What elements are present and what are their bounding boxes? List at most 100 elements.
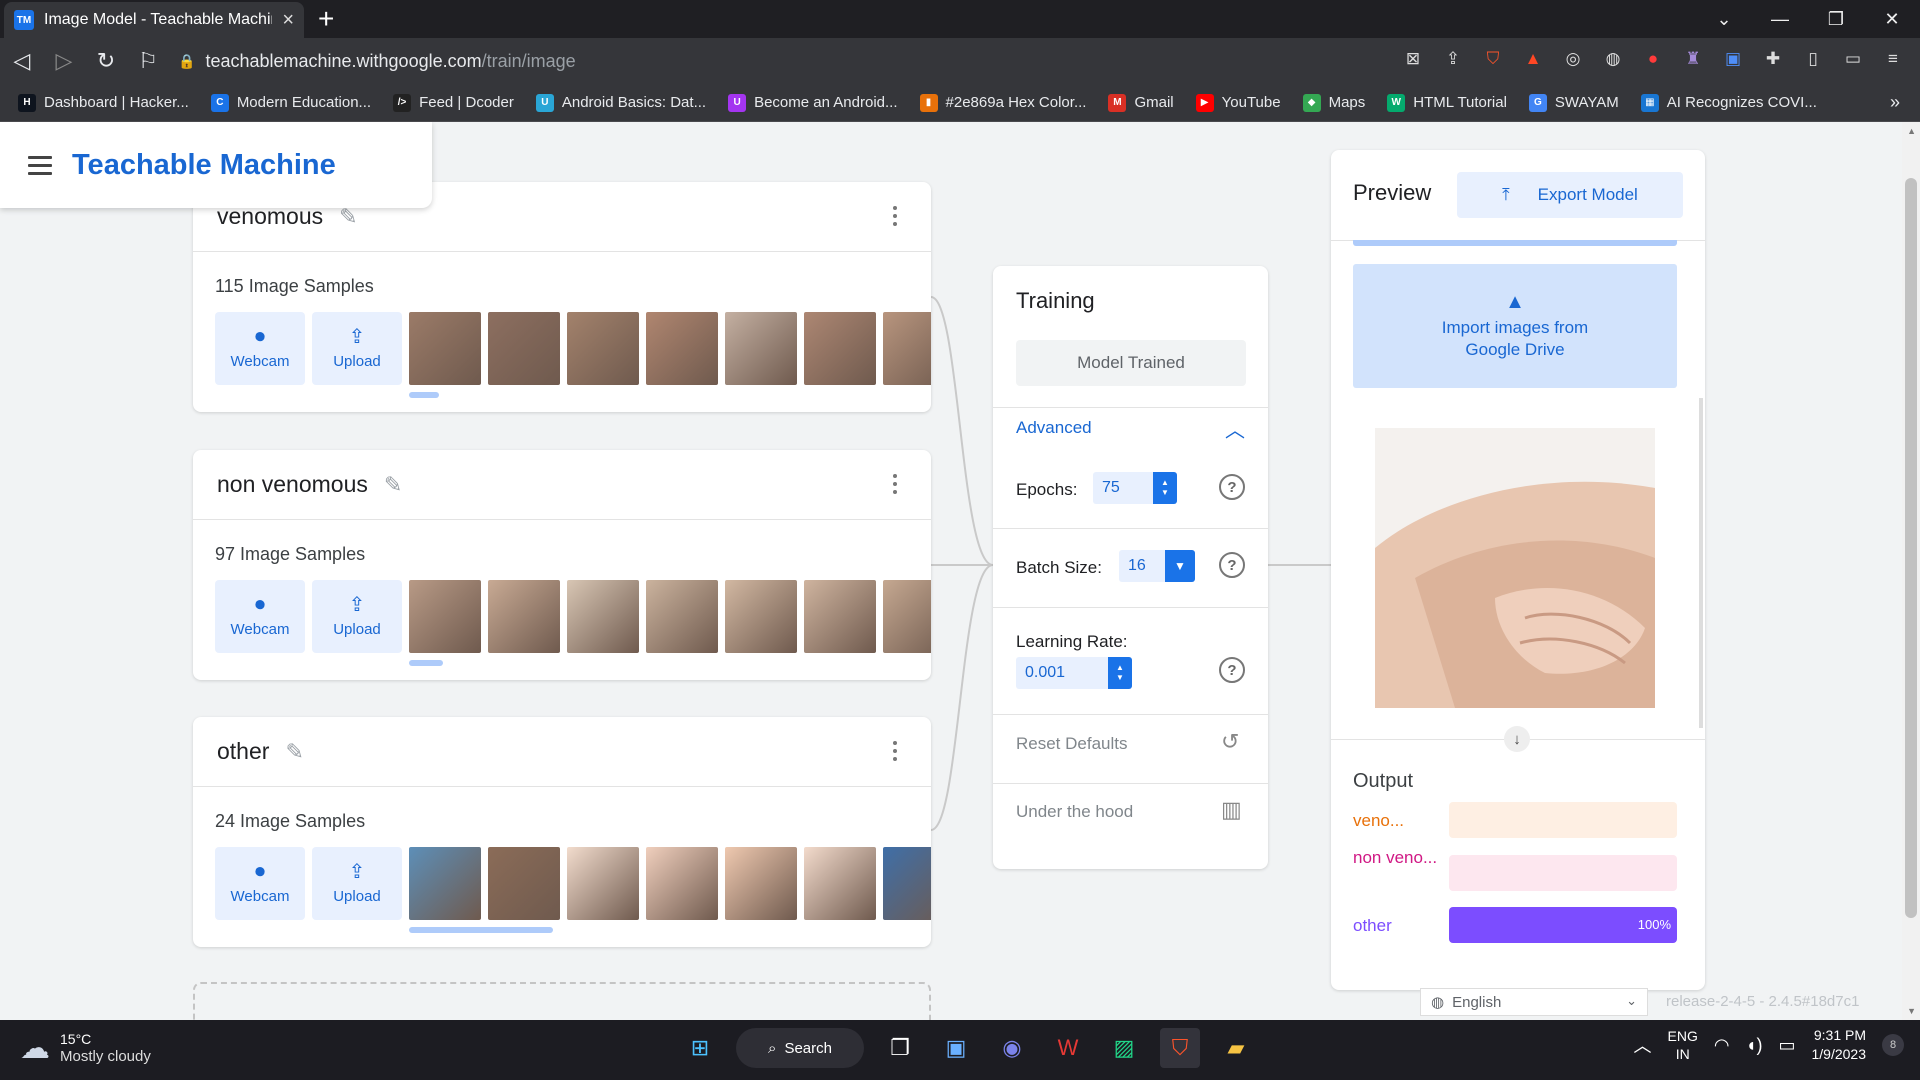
reset-defaults-button[interactable]: Reset Defaults	[1016, 734, 1128, 754]
sample-thumbnail[interactable]	[883, 847, 931, 920]
sample-thumbnail[interactable]	[409, 580, 481, 653]
class-name[interactable]: non venomous	[217, 471, 368, 498]
more-options-icon[interactable]	[893, 206, 897, 226]
upload-button[interactable]: ⇪ Upload	[312, 847, 402, 920]
sample-thumbnail[interactable]	[804, 580, 876, 653]
close-window-icon[interactable]: ✕	[1864, 0, 1920, 38]
sample-thumbnail[interactable]	[804, 847, 876, 920]
bookmark-item[interactable]: ▮ #2e869a Hex Color...	[919, 93, 1086, 112]
sample-thumbnail[interactable]	[646, 847, 718, 920]
sample-thumbnail[interactable]	[488, 580, 560, 653]
bookmark-item[interactable]: W HTML Tutorial	[1387, 93, 1507, 112]
share-icon[interactable]: ⇪	[1438, 44, 1468, 74]
edit-pencil-icon[interactable]: ✎	[384, 472, 402, 498]
sample-thumbnail[interactable]	[725, 580, 797, 653]
class-name[interactable]: other	[217, 738, 269, 765]
more-options-icon[interactable]	[893, 474, 897, 494]
thumbnail-scrollbar[interactable]	[409, 392, 439, 398]
thumbnail-scrollbar[interactable]	[409, 927, 553, 933]
sample-thumbnail[interactable]	[567, 847, 639, 920]
teams-icon[interactable]: ◉	[992, 1028, 1032, 1068]
notification-badge[interactable]: 8	[1882, 1034, 1904, 1056]
bar-chart-icon[interactable]: ▥	[1221, 797, 1242, 823]
webcam-button[interactable]: ⏺ Webcam	[215, 312, 305, 385]
scroll-down-icon[interactable]: ▼	[1907, 1006, 1916, 1016]
chevron-up-icon[interactable]: ︿	[1634, 1032, 1652, 1058]
webcam-button[interactable]: ⏺ Webcam	[215, 580, 305, 653]
history-icon[interactable]: ↺	[1221, 729, 1239, 755]
more-bookmarks-icon[interactable]: »	[1890, 92, 1900, 113]
under-the-hood-button[interactable]: Under the hood	[1016, 802, 1133, 822]
brave-shield-icon[interactable]: ⛉	[1478, 44, 1508, 74]
language-select[interactable]: ◍ English ⌄	[1420, 988, 1648, 1016]
preview-scrollbar[interactable]	[1699, 398, 1703, 728]
export-model-button[interactable]: ⤒ Export Model	[1457, 172, 1683, 218]
bookmark-item[interactable]: /> Feed | Dcoder	[393, 93, 514, 112]
file-explorer-icon[interactable]: ▰	[1216, 1028, 1256, 1068]
bookmark-item[interactable]: ◆ Maps	[1302, 93, 1365, 112]
extension-purple-icon[interactable]: ♜	[1678, 44, 1708, 74]
clock[interactable]: 9:31 PM 1/9/2023	[1812, 1026, 1867, 1064]
sample-thumbnail[interactable]	[883, 580, 931, 653]
edit-pencil-icon[interactable]: ✎	[285, 739, 303, 765]
menu-icon[interactable]: ≡	[1878, 44, 1908, 74]
brave-browser-icon[interactable]: ⛉	[1160, 1028, 1200, 1068]
train-model-button[interactable]: Model Trained	[1016, 340, 1246, 386]
page-scrollbar[interactable]: ▲ ▼	[1902, 122, 1920, 1020]
sample-thumbnail[interactable]	[725, 312, 797, 385]
webcam-button[interactable]: ⏺ Webcam	[215, 847, 305, 920]
epochs-stepper[interactable]: ▲ ▼	[1153, 472, 1177, 504]
sample-thumbnail[interactable]	[646, 580, 718, 653]
upload-button[interactable]: ⇪ Upload	[312, 312, 402, 385]
bookmark-item[interactable]: ▶ YouTube	[1195, 93, 1281, 112]
arrow-down-icon[interactable]: ↓	[1504, 726, 1530, 752]
camera-blocked-icon[interactable]: ⊠	[1398, 44, 1428, 74]
batch-size-help-icon[interactable]: ?	[1219, 552, 1245, 578]
browser-tab[interactable]: TM Image Model - Teachable Machine ×	[4, 2, 304, 38]
sample-thumbnail[interactable]	[567, 580, 639, 653]
sample-thumbnail[interactable]	[567, 312, 639, 385]
bookmark-item[interactable]: C Modern Education...	[210, 93, 371, 112]
wallet-icon[interactable]: ▭	[1838, 44, 1868, 74]
advanced-toggle[interactable]: Advanced	[1016, 418, 1092, 438]
volume-icon[interactable]: ◖)	[1746, 1035, 1763, 1056]
sample-thumbnail[interactable]	[488, 312, 560, 385]
thumbnail-scrollbar[interactable]	[409, 660, 443, 666]
minimize-icon[interactable]: —	[1752, 0, 1808, 38]
hamburger-menu-icon[interactable]	[28, 155, 52, 175]
bookmark-item[interactable]: U Android Basics: Dat...	[535, 93, 706, 112]
sample-thumbnail[interactable]	[646, 312, 718, 385]
reload-icon[interactable]: ↻	[86, 41, 126, 81]
url-field[interactable]: 🔒 teachablemachine.withgoogle.com/train/…	[178, 44, 1378, 78]
forward-icon[interactable]: ▷	[44, 41, 84, 81]
epochs-input[interactable]: 75 ▲ ▼	[1093, 472, 1177, 504]
translate-icon[interactable]: ▣	[1718, 44, 1748, 74]
wifi-icon[interactable]: ◠	[1714, 1035, 1730, 1056]
scroll-up-icon[interactable]: ▲	[1907, 126, 1916, 136]
learning-rate-input[interactable]: 0.001 ▲ ▼	[1016, 657, 1132, 689]
restore-icon[interactable]: ❐	[1808, 0, 1864, 38]
brave-rewards-icon[interactable]: ▲	[1518, 44, 1548, 74]
puzzle-icon[interactable]: ✚	[1758, 44, 1788, 74]
sample-thumbnail[interactable]	[488, 847, 560, 920]
bookmark-item[interactable]: G SWAYAM	[1528, 93, 1619, 112]
import-from-drive-button[interactable]: ▲ Import images from Google Drive	[1353, 264, 1677, 388]
bookmark-item[interactable]: ▦ AI Recognizes COVI...	[1640, 93, 1817, 112]
chevron-down-icon[interactable]: ▼	[1165, 550, 1195, 582]
sample-thumbnail[interactable]	[804, 312, 876, 385]
extension-owl-icon[interactable]: ◎	[1558, 44, 1588, 74]
epochs-help-icon[interactable]: ?	[1219, 474, 1245, 500]
taskbar-search[interactable]: ⌕ Search	[736, 1028, 864, 1068]
bookmark-item[interactable]: M Gmail	[1108, 93, 1174, 112]
battery-icon[interactable]: ▭	[1778, 1035, 1795, 1056]
chevron-up-icon[interactable]: ︿	[1225, 414, 1245, 443]
sample-thumbnail[interactable]	[409, 847, 481, 920]
wps-office-icon[interactable]: W	[1048, 1028, 1088, 1068]
upload-button[interactable]: ⇪ Upload	[312, 580, 402, 653]
batch-size-select[interactable]: 16 ▼	[1119, 550, 1195, 582]
more-options-icon[interactable]	[893, 741, 897, 761]
bookmark-item[interactable]: H Dashboard | Hacker...	[18, 93, 189, 112]
back-icon[interactable]: ◁	[2, 41, 42, 81]
learning-rate-stepper[interactable]: ▲ ▼	[1108, 657, 1132, 689]
learning-rate-help-icon[interactable]: ?	[1219, 657, 1245, 683]
